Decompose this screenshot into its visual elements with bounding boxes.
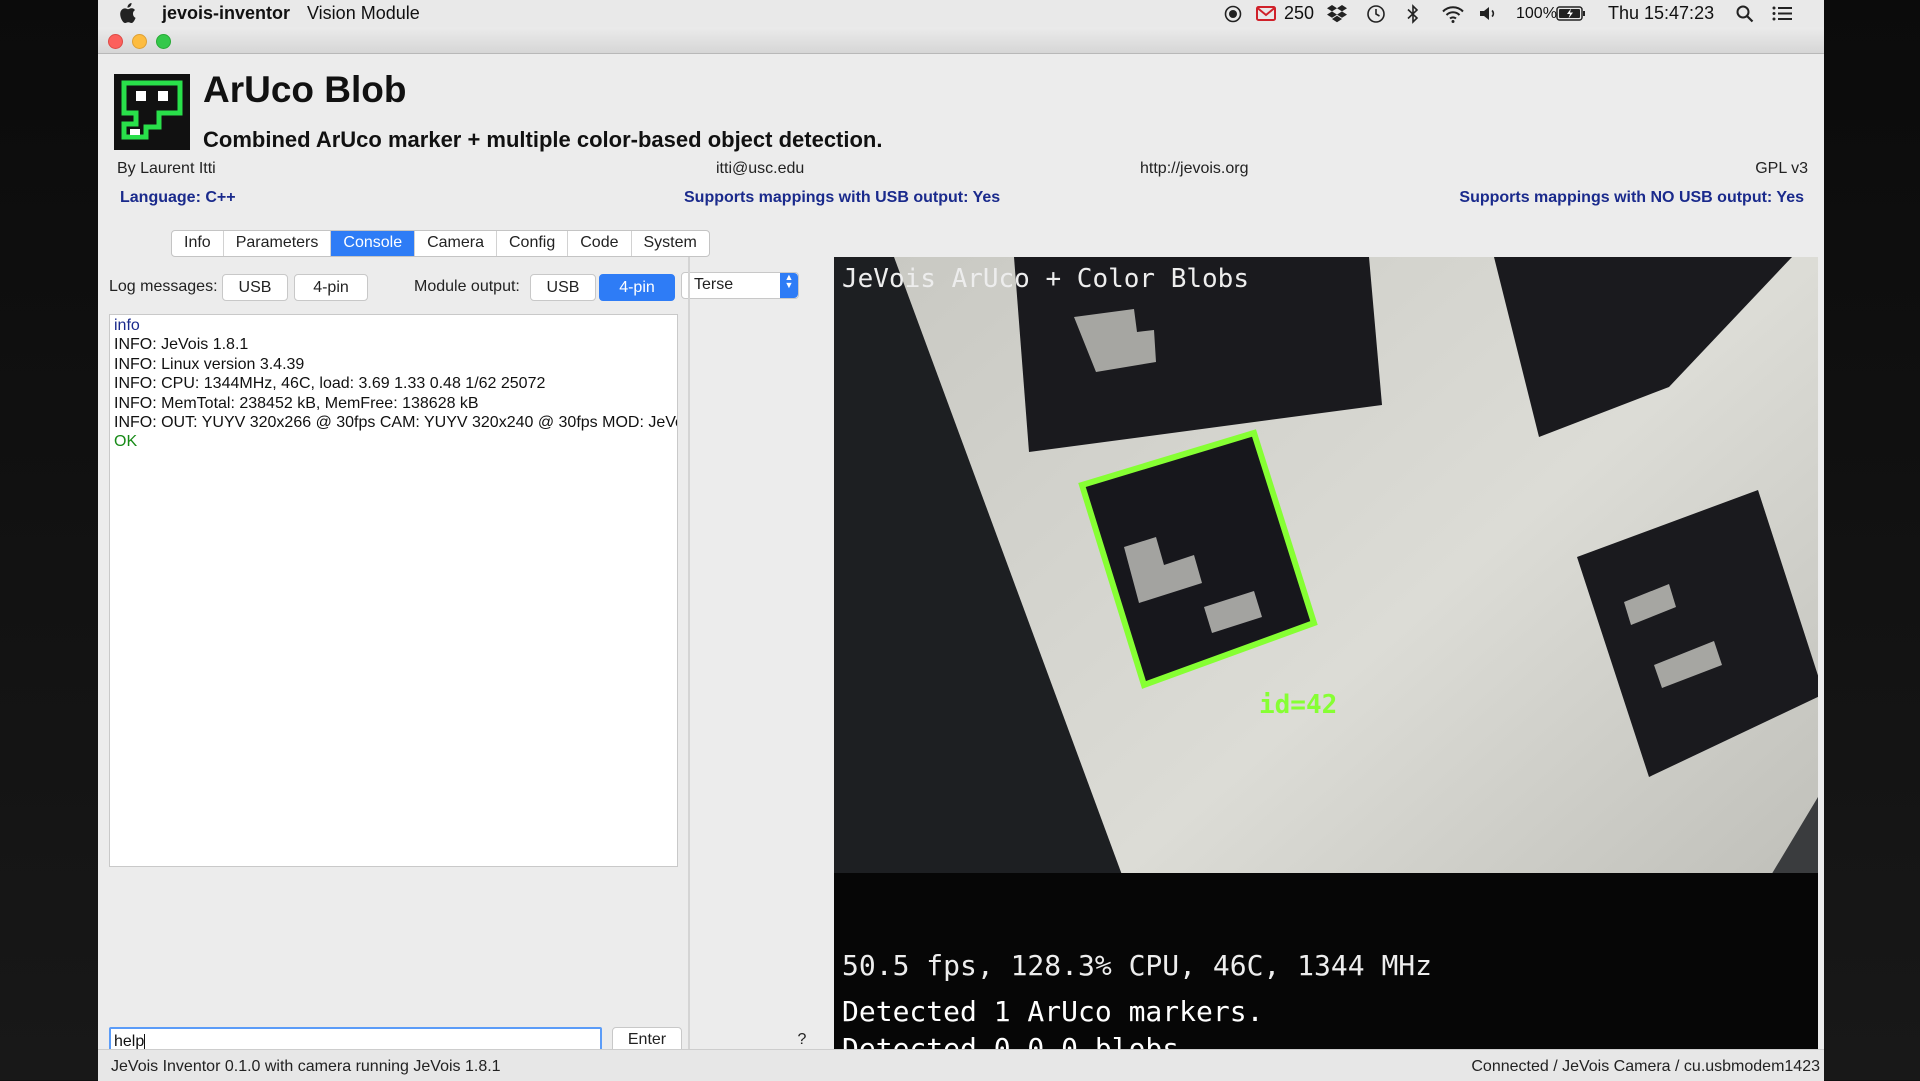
output-usb-button[interactable]: USB xyxy=(530,274,596,301)
log-messages-label: Log messages: xyxy=(109,278,218,295)
tab-code[interactable]: Code xyxy=(568,231,632,256)
desktop-background-left xyxy=(0,0,98,1080)
module-website[interactable]: http://jevois.org xyxy=(1140,160,1249,178)
record-icon[interactable] xyxy=(1224,5,1242,23)
camera-video-view: JeVois ArUco + Color Blobs id=42 50.5 fp… xyxy=(834,257,1818,1070)
console-line: INFO: MemTotal: 238452 kB, MemFree: 1386… xyxy=(114,394,479,412)
command-input-value: help xyxy=(114,1033,145,1050)
module-license: GPL v3 xyxy=(1755,160,1808,177)
usb-support-label: Supports mappings with USB output: Yes xyxy=(684,189,1001,206)
jevois-logo-icon xyxy=(114,74,190,150)
menu-app-name[interactable]: jevois-inventor xyxy=(162,3,290,24)
text-cursor xyxy=(144,1033,146,1050)
module-author: By Laurent Itti xyxy=(117,160,216,177)
module-email[interactable]: itti@usc.edu xyxy=(716,160,804,178)
tab-system[interactable]: System xyxy=(632,231,709,256)
apple-icon[interactable] xyxy=(118,3,136,23)
close-window-button[interactable] xyxy=(108,34,123,49)
aruco-detect-line: Detected 1 ArUco markers. xyxy=(842,995,1264,1028)
minimize-window-button[interactable] xyxy=(132,34,147,49)
spotlight-search-icon[interactable] xyxy=(1736,5,1754,23)
desktop-background-right xyxy=(1824,0,1920,1080)
verbosity-select[interactable]: Terse ▲ ▼ xyxy=(681,272,799,299)
notification-center-icon[interactable] xyxy=(1772,6,1792,21)
dropbox-icon[interactable] xyxy=(1326,4,1348,23)
console-line: INFO: Linux version 3.4.39 xyxy=(114,355,305,373)
tab-camera[interactable]: Camera xyxy=(415,231,497,256)
console-line: INFO: OUT: YUYV 320x266 @ 30fps CAM: YUY… xyxy=(114,414,677,432)
console-line: INFO: CPU: 1344MHz, 46C, load: 3.69 1.33… xyxy=(114,375,546,393)
console-line: OK xyxy=(114,433,138,451)
menu-bar: jevois-inventor Vision Module 250 100% T… xyxy=(98,0,1824,28)
marker-id-label: id=42 xyxy=(1259,690,1338,720)
menu-vision-module[interactable]: Vision Module xyxy=(307,3,420,24)
volume-icon[interactable] xyxy=(1478,5,1498,22)
video-overlay-title: JeVois ArUco + Color Blobs xyxy=(842,264,1249,294)
tab-bar: Info Parameters Console Camera Config Co… xyxy=(171,230,710,257)
battery-percent: 100% xyxy=(1516,5,1557,22)
status-bar: JeVois Inventor 0.1.0 with camera runnin… xyxy=(98,1049,1824,1081)
log-usb-button[interactable]: USB xyxy=(222,274,288,301)
menubar-clock[interactable]: Thu 15:47:23 xyxy=(1608,3,1714,24)
battery-icon[interactable] xyxy=(1556,6,1586,21)
tab-config[interactable]: Config xyxy=(497,231,569,256)
mail-icon[interactable] xyxy=(1256,6,1276,21)
output-4pin-button[interactable]: 4-pin xyxy=(599,274,675,301)
tab-console[interactable]: Console xyxy=(331,231,416,256)
time-machine-icon[interactable] xyxy=(1366,4,1386,24)
console-line: info xyxy=(114,317,140,334)
tab-parameters[interactable]: Parameters xyxy=(224,231,332,256)
module-output-label: Module output: xyxy=(414,278,520,295)
status-left: JeVois Inventor 0.1.0 with camera runnin… xyxy=(111,1058,501,1075)
inventor-window: ArUco Blob Combined ArUco marker + multi… xyxy=(98,27,1824,1081)
chevron-updown-icon: ▲ ▼ xyxy=(780,273,798,298)
log-4pin-button[interactable]: 4-pin xyxy=(294,274,368,301)
module-language: Language: C++ xyxy=(120,189,236,206)
no-usb-support-label: Supports mappings with NO USB output: Ye… xyxy=(1459,189,1804,206)
tab-info[interactable]: Info xyxy=(172,231,224,256)
console-output[interactable]: info INFO: JeVois 1.8.1 INFO: Linux vers… xyxy=(109,314,678,867)
wifi-icon[interactable] xyxy=(1441,5,1465,23)
status-right: Connected / JeVois Camera / cu.usbmodem1… xyxy=(1471,1058,1820,1075)
mail-count: 250 xyxy=(1284,3,1315,23)
module-title: ArUco Blob xyxy=(203,69,407,110)
fps-readout: 50.5 fps, 128.3% CPU, 46C, 1344 MHz xyxy=(842,949,1433,982)
module-subtitle: Combined ArUco marker + multiple color-b… xyxy=(203,127,883,152)
bluetooth-icon[interactable] xyxy=(1406,4,1420,24)
window-titlebar[interactable] xyxy=(98,27,1824,54)
command-help-button[interactable]: ? xyxy=(796,1031,808,1049)
panel-splitter[interactable] xyxy=(688,257,690,1079)
zoom-window-button[interactable] xyxy=(156,34,171,49)
console-line: INFO: JeVois 1.8.1 xyxy=(114,336,249,354)
